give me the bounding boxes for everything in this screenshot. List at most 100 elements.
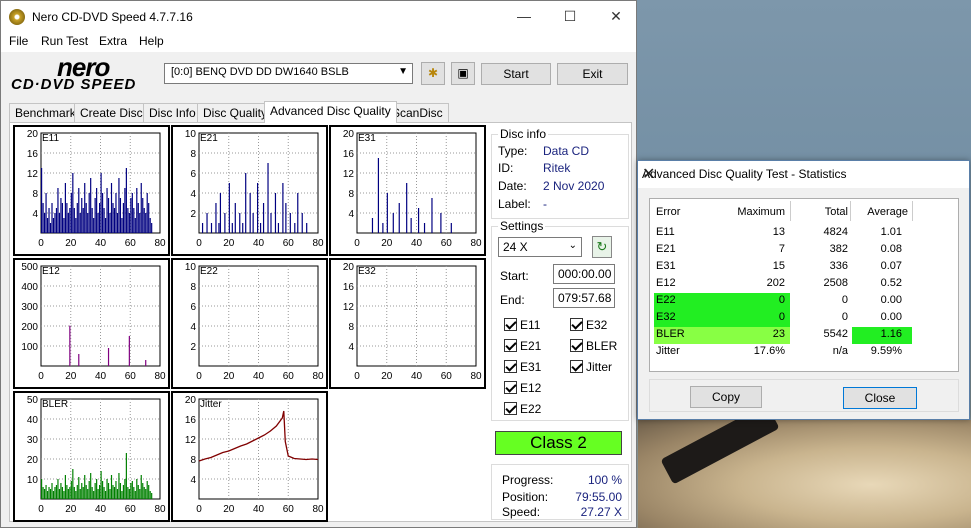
checkbox-check-icon: [504, 339, 517, 352]
menu-bar: File Run Test Extra Help: [1, 32, 636, 52]
bar-mark: [112, 485, 114, 499]
disc-refresh-icon: ✱: [427, 66, 439, 80]
bar-mark: [43, 213, 46, 233]
x-tick-label: 80: [154, 504, 166, 515]
chart-bler: 0 20 40 60 80 10 20 30 40 50 BLER: [13, 391, 170, 522]
chart-e11: 0 20 40 60 80 4 8 12 16 20 E11: [13, 125, 170, 256]
bar-mark: [63, 491, 65, 499]
bar-mark: [103, 487, 105, 499]
table-row: E22 0 0 0.00: [650, 293, 960, 310]
y-tick-label: 20: [27, 129, 39, 140]
x-tick-label: 80: [154, 371, 166, 382]
bar-mark: [282, 183, 284, 233]
copy-button[interactable]: Copy: [690, 386, 762, 408]
tab-create-disc[interactable]: Create Disc: [74, 103, 149, 122]
tab-disc-quality[interactable]: Disc Quality: [197, 103, 274, 122]
minimize-button[interactable]: —: [501, 1, 547, 32]
cell-error: Jitter: [656, 345, 680, 357]
checkbox-bler[interactable]: BLER: [570, 339, 617, 353]
refresh-speed-button[interactable]: ↻: [592, 236, 612, 258]
eject-button[interactable]: ✱: [421, 62, 445, 85]
drive-select[interactable]: [0:0] BENQ DVD DD DW1640 BSLB ▼: [164, 63, 413, 84]
menu-file[interactable]: File: [9, 34, 28, 48]
y-tick-label: 8: [348, 189, 354, 200]
bar-mark: [136, 188, 138, 233]
bar-mark: [49, 489, 52, 499]
disc-info-title: Disc info: [498, 127, 549, 141]
bar-mark: [103, 208, 105, 233]
maximize-button[interactable]: ☐: [547, 1, 593, 32]
bar-mark: [218, 223, 220, 233]
menu-extra[interactable]: Extra: [99, 34, 127, 48]
checkbox-e22-label: E22: [520, 402, 542, 416]
statistics-dialog: Advanced Disc Quality Test - Statistics …: [637, 160, 970, 420]
statistics-title-bar[interactable]: Advanced Disc Quality Test - Statistics …: [638, 161, 969, 188]
bar-mark: [104, 491, 107, 499]
speed-select[interactable]: 24 X ⌄: [498, 237, 582, 257]
exit-button[interactable]: Exit: [557, 63, 628, 85]
header-maximum: Maximum: [737, 206, 785, 218]
tab-disc-info[interactable]: Disc Info: [143, 103, 202, 122]
x-tick-label: 60: [125, 504, 137, 515]
start-time-input[interactable]: 000:00.00: [553, 264, 615, 284]
x-tick-label: 0: [354, 371, 360, 382]
bar-mark: [66, 203, 68, 233]
title-bar[interactable]: Nero CD-DVD Speed 4.7.7.16 — ☐ ✕: [1, 1, 636, 32]
bar-mark: [450, 223, 452, 233]
bar-mark: [143, 208, 145, 233]
bar-mark: [79, 213, 81, 233]
checkbox-e22[interactable]: E22: [504, 402, 541, 416]
checkbox-e12[interactable]: E12: [504, 381, 541, 395]
checkbox-e11[interactable]: E11: [504, 318, 540, 332]
cell-error: E31: [656, 260, 676, 272]
chart-title: BLER: [42, 399, 68, 410]
y-tick-label: 2: [190, 342, 196, 353]
bar-mark: [146, 193, 148, 233]
x-tick-label: 20: [381, 371, 393, 382]
bar-mark: [78, 354, 80, 366]
bar-mark: [127, 208, 129, 233]
y-tick-label: 40: [27, 415, 39, 426]
menu-help[interactable]: Help: [139, 34, 164, 48]
close-icon[interactable]: ✕: [642, 164, 961, 184]
start-button[interactable]: Start: [481, 63, 551, 85]
checkbox-jitter[interactable]: Jitter: [570, 360, 612, 374]
bar-mark: [128, 336, 130, 366]
x-tick-label: 40: [411, 371, 423, 382]
bar-mark: [139, 213, 141, 233]
close-window-button[interactable]: ✕: [593, 1, 639, 32]
bar-mark: [143, 487, 145, 499]
table-row: E11 13 4824 1.01: [650, 225, 960, 242]
bar-mark: [133, 208, 135, 233]
speed-label: Speed:: [502, 505, 541, 519]
bar-mark: [137, 485, 139, 499]
settings-title: Settings: [498, 219, 546, 233]
bar-mark: [140, 183, 142, 233]
bar-mark: [91, 208, 93, 233]
menu-run-test[interactable]: Run Test: [41, 34, 88, 48]
bar-mark: [109, 213, 111, 233]
tab-advanced-disc-quality[interactable]: Advanced Disc Quality: [264, 101, 397, 123]
bar-mark: [75, 218, 77, 233]
bar-mark: [76, 485, 78, 499]
bar-mark: [88, 481, 90, 499]
bar-mark: [151, 493, 153, 499]
close-button[interactable]: Close: [843, 387, 917, 409]
checkbox-e31[interactable]: E31: [504, 360, 541, 374]
bar-mark: [61, 487, 64, 499]
save-button[interactable]: ▣: [451, 62, 475, 85]
bar-mark: [116, 489, 119, 499]
tab-benchmark[interactable]: Benchmark: [9, 103, 82, 122]
checkbox-e32[interactable]: E32: [570, 318, 607, 332]
label-value: -: [543, 197, 547, 211]
bar-mark: [386, 193, 388, 233]
bar-mark: [118, 473, 120, 499]
end-time-input[interactable]: 079:57.68: [553, 288, 615, 308]
chart-title: E11: [42, 133, 59, 144]
cell-total: 0: [841, 311, 848, 323]
x-tick-label: 60: [125, 238, 137, 249]
x-tick-label: 40: [253, 504, 265, 515]
x-tick-label: 0: [196, 371, 202, 382]
chart-e21: 0 20 40 60 80 2 4 6 8 10 E21: [171, 125, 328, 256]
checkbox-e21[interactable]: E21: [504, 339, 541, 353]
